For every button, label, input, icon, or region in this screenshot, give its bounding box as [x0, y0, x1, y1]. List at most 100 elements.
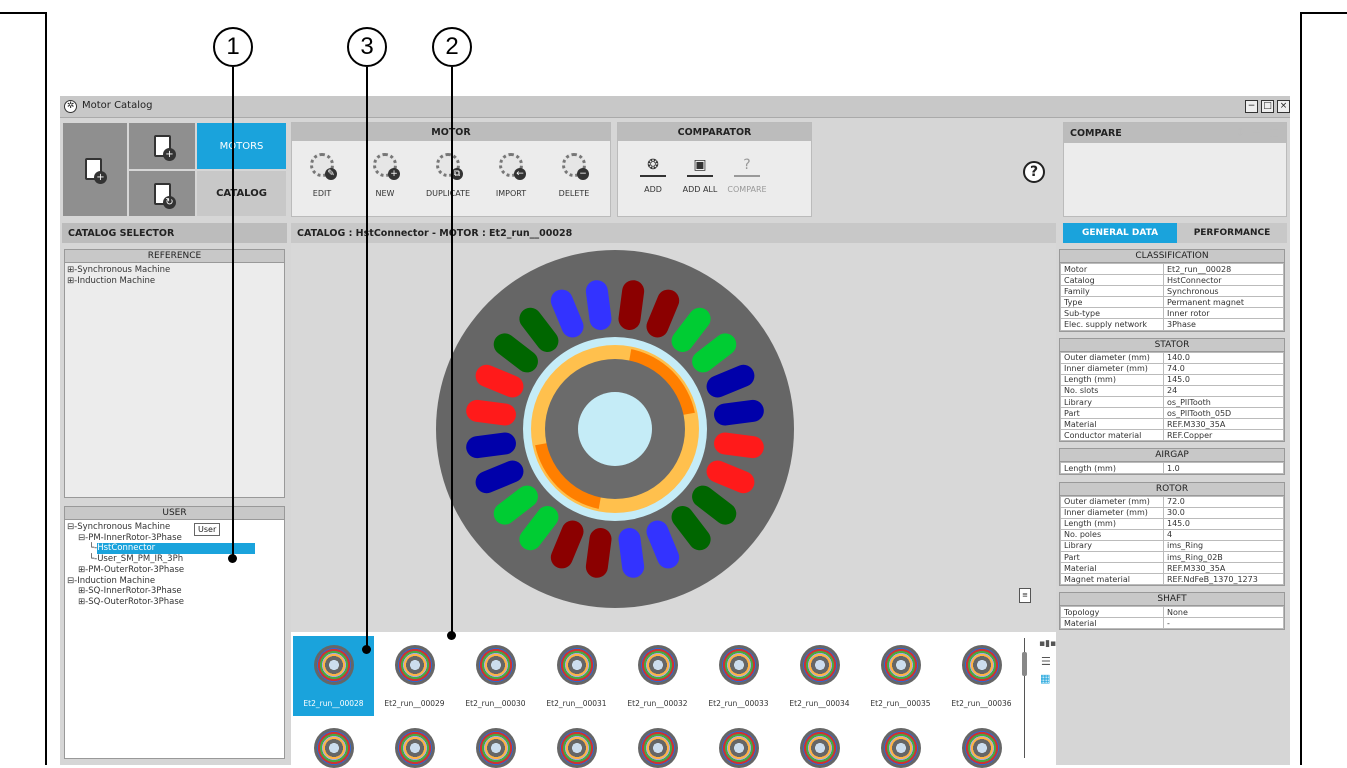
motor-thumbnail-image	[475, 728, 516, 768]
nav-tile-main[interactable]: +	[62, 122, 128, 217]
reference-tree-item[interactable]: ⊞-Induction Machine	[67, 276, 282, 287]
motor-thumbnail-row2[interactable]	[941, 728, 1022, 768]
motor-thumbnail-row2[interactable]	[293, 728, 374, 768]
property-value: REF.Copper	[1163, 429, 1284, 442]
motor-thumbnail[interactable]: Et2_run__00033	[698, 636, 779, 716]
user-tooltip: User	[194, 523, 221, 536]
user-tree-item[interactable]: ⊟-PM-InnerRotor-3Phase	[67, 533, 282, 544]
motor-thumbnail[interactable]: Et2_run__00036	[941, 636, 1022, 716]
callout-2: 2	[432, 27, 472, 67]
nav-catalog[interactable]: CATALOG	[196, 170, 287, 217]
motor-duplicate-button[interactable]: ⧉ DUPLICATE	[423, 153, 473, 198]
view-grid-icon[interactable]: ▦	[1040, 672, 1050, 685]
section-shaft: SHAFT Topology None Material -	[1059, 592, 1285, 631]
callout-3-line	[366, 67, 368, 649]
user-tree-item[interactable]: ⊞-PM-OuterRotor-3Phase	[67, 565, 282, 576]
user-item-label: SQ-OuterRotor-3Phase	[88, 596, 185, 607]
nav-motors[interactable]: MOTORS	[196, 122, 287, 170]
comparator-panel-title: COMPARATOR	[618, 123, 811, 141]
tab-general-data[interactable]: GENERAL DATA	[1063, 223, 1177, 243]
maximize-icon[interactable]: □	[1261, 100, 1274, 113]
property-name: Material	[1060, 617, 1164, 630]
catalog-doc-icon: +	[85, 158, 107, 184]
motor-thumbnail-row2[interactable]	[860, 728, 941, 768]
property-name: Magnet material	[1060, 573, 1164, 586]
motor-delete-button[interactable]: − DELETE	[549, 153, 599, 198]
import-icon-badge: ←	[514, 168, 526, 180]
comparator-add-all-button[interactable]: ▣ ADD ALL	[677, 153, 723, 194]
user-item-label: User_SM_PM_IR_3Ph	[97, 554, 184, 565]
user-tree-item[interactable]: └-HstConnector	[67, 543, 282, 555]
view-carousel-icon[interactable]: ▪▮▪	[1039, 639, 1056, 649]
view-list-icon[interactable]: ☰	[1041, 655, 1051, 668]
nav-tile-refresh[interactable]: ↻	[128, 170, 196, 217]
motor-thumbnail-image	[880, 645, 921, 685]
user-tree-item[interactable]: ⊞-SQ-OuterRotor-3Phase	[67, 597, 282, 608]
motor-thumbnail[interactable]: Et2_run__00032	[617, 636, 698, 716]
property-value: REF.M330_35A	[1163, 562, 1284, 575]
motor-thumbnail-label: Et2_run__00028	[303, 699, 364, 708]
motor-thumbnail[interactable]: Et2_run__00035	[860, 636, 941, 716]
user-tree-item[interactable]: ⊟-Induction Machine	[67, 576, 282, 587]
expand-icon[interactable]: ⊞-	[67, 276, 77, 286]
property-name: Motor	[1060, 262, 1164, 276]
property-row: Library ims_Ring	[1060, 539, 1284, 552]
motor-thumbnail-image	[556, 645, 597, 685]
motor-thumbnail-row2[interactable]	[374, 728, 455, 768]
tree-connector-icon: ⊟-	[67, 575, 78, 586]
expand-icon[interactable]: ⊞-	[67, 265, 77, 275]
comparator-add-all-icon: ▣	[687, 153, 713, 177]
property-value: HstConnector	[1163, 274, 1284, 287]
minus-icon-badge: −	[577, 168, 589, 180]
motor-thumbnail-image	[475, 645, 516, 685]
motor-catalog-window: ✲ Motor Catalog − □ × + + ↻ MOTORS CATAL…	[60, 96, 1290, 768]
property-value: 140.0	[1163, 351, 1284, 364]
user-tree-item[interactable]: ⊟-Synchronous Machine	[67, 522, 282, 533]
reference-tree-item[interactable]: ⊞-Synchronous Machine	[67, 265, 282, 276]
compare-trash-icon[interactable]: ▥	[1269, 126, 1279, 139]
property-row: No. slots 24	[1060, 384, 1284, 397]
motor-thumbnail-row2[interactable]	[779, 728, 860, 768]
motor-thumbnail[interactable]: Et2_run__00031	[536, 636, 617, 716]
motor-import-button[interactable]: ← IMPORT	[486, 153, 536, 198]
motor-thumbnail[interactable]: Et2_run__00030	[455, 636, 536, 716]
minimize-icon[interactable]: −	[1245, 100, 1258, 113]
compare-remove-icon[interactable]: −	[1252, 126, 1261, 139]
property-row: Elec. supply network 3Phase	[1060, 318, 1284, 331]
motor-thumbnail[interactable]: Et2_run__00034	[779, 636, 860, 716]
comparator-add-icon: ❂	[640, 153, 666, 177]
property-value: 24	[1163, 384, 1284, 397]
user-item-label: Induction Machine	[77, 575, 156, 586]
property-name: Family	[1060, 285, 1164, 298]
user-tree-item[interactable]: ⊞-SQ-InnerRotor-3Phase	[67, 586, 282, 597]
tab-performance[interactable]: PERFORMANCE	[1177, 223, 1287, 243]
motor-thumbnail-row2[interactable]	[536, 728, 617, 768]
user-tree-item[interactable]: └-User_SM_PM_IR_3Ph	[67, 554, 282, 565]
reference-tree: REFERENCE ⊞-Synchronous Machine ⊞-Inducti…	[64, 249, 285, 498]
user-item-label: PM-InnerRotor-3Phase	[88, 532, 182, 543]
property-name: Elec. supply network	[1060, 318, 1164, 331]
report-doc-icon[interactable]: ≡	[1019, 588, 1031, 603]
property-row: Outer diameter (mm) 72.0	[1060, 495, 1284, 508]
minus-icon: −	[562, 153, 589, 180]
motor-thumbnail-row2[interactable]	[698, 728, 779, 768]
property-name: Library	[1060, 539, 1164, 552]
motor-thumbnail-row2[interactable]	[455, 728, 536, 768]
property-name: Sub-type	[1060, 307, 1164, 320]
comparator-compare-button[interactable]: ? COMPARE	[724, 153, 770, 194]
strip-scroll-thumb[interactable]	[1022, 652, 1027, 676]
user-item-label: SQ-InnerRotor-3Phase	[88, 586, 182, 597]
motor-edit-button[interactable]: ✎ EDIT	[297, 153, 347, 198]
tree-connector-icon: ⊞-	[78, 596, 89, 607]
comparator-button-label: ADD	[644, 185, 662, 194]
frame-top-right	[1300, 12, 1347, 14]
comparator-add-button[interactable]: ❂ ADD	[630, 153, 676, 194]
help-icon[interactable]: ?	[1023, 161, 1045, 183]
property-row: Part ims_Ring_02B	[1060, 550, 1284, 564]
motor-thumbnail-row2[interactable]	[617, 728, 698, 768]
close-icon[interactable]: ×	[1277, 100, 1290, 113]
section-title: AIRGAP	[1060, 449, 1284, 463]
nav-tile-add[interactable]: +	[128, 122, 196, 170]
compare-sort-icon[interactable]: ↕	[1236, 126, 1245, 139]
motor-thumbnail[interactable]: Et2_run__00029	[374, 636, 455, 716]
